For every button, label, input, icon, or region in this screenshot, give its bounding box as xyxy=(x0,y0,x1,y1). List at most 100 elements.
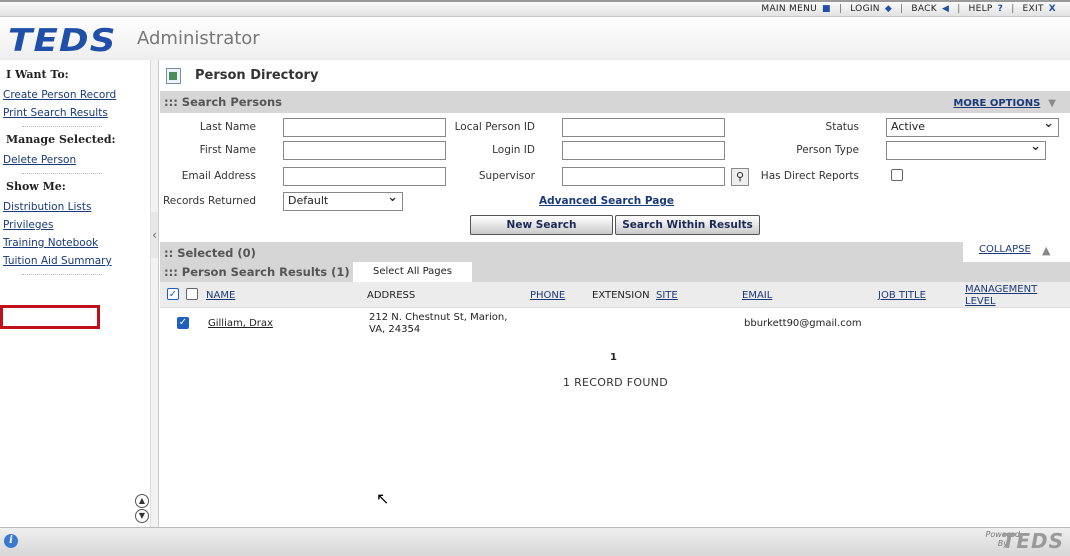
teds-logo: TEDS xyxy=(8,23,117,59)
results-band: ::: Person Search Results (1) xyxy=(160,262,1070,282)
privileges-link[interactable]: Privileges xyxy=(3,216,150,234)
left-sidebar: I Want To: Create Person Record Print Se… xyxy=(0,60,151,527)
training-notebook-link[interactable]: Training Notebook xyxy=(3,234,150,252)
mouse-cursor-icon: ↖ xyxy=(376,489,390,508)
first-name-input[interactable] xyxy=(283,141,446,160)
distribution-lists-link[interactable]: Distribution Lists xyxy=(3,198,150,216)
status-label: Status xyxy=(825,121,859,133)
collapse-sidebar-icon[interactable]: ‹ xyxy=(151,212,158,258)
nav-separator: | xyxy=(1011,4,1015,14)
person-type-label: Person Type xyxy=(796,144,859,156)
app-header: TEDS Administrator xyxy=(0,17,1070,60)
page-title: Person Directory xyxy=(195,68,319,83)
footer-teds-logo: TEDS xyxy=(1001,529,1064,553)
nav-separator: | xyxy=(838,4,843,14)
search-persons-title: ::: Search Persons xyxy=(164,95,282,109)
divider xyxy=(22,273,102,275)
supervisor-input[interactable] xyxy=(562,167,725,186)
app-subtitle: Administrator xyxy=(137,28,260,49)
address-cell: 212 N. Chestnut St, Marion, VA, 24354 xyxy=(369,312,508,335)
info-icon[interactable]: i xyxy=(4,534,18,548)
phone-column-header[interactable]: PHONE xyxy=(530,290,565,301)
i-want-to-heading: I Want To: xyxy=(6,68,69,81)
first-name-label: First Name xyxy=(199,144,256,156)
show-me-heading: Show Me: xyxy=(6,180,66,193)
login-id-input[interactable] xyxy=(562,141,725,160)
help-link[interactable]: HELP? xyxy=(963,4,1010,14)
supervisor-label: Supervisor xyxy=(478,170,535,182)
highlight-box xyxy=(0,305,100,329)
email-column-header[interactable]: EMAIL xyxy=(742,290,772,301)
last-name-input[interactable] xyxy=(283,118,446,137)
close-icon: X xyxy=(1048,4,1056,14)
search-form: Last Name Local Person ID Status Active … xyxy=(160,113,1070,239)
search-within-results-button[interactable]: Search Within Results xyxy=(615,215,760,235)
square-icon: ■ xyxy=(822,4,831,14)
selected-band: :: Selected (0) xyxy=(160,242,1070,264)
supervisor-search-icon[interactable]: ⚲ xyxy=(731,168,749,186)
tuition-aid-summary-link[interactable]: Tuition Aid Summary xyxy=(3,252,150,270)
more-options-link[interactable]: MORE OPTIONS xyxy=(953,98,1040,109)
up-arrow-icon[interactable]: ▲ xyxy=(1042,244,1050,257)
advanced-search-link[interactable]: Advanced Search Page xyxy=(539,195,674,207)
sidebar-splitter[interactable] xyxy=(151,60,159,527)
name-column-header[interactable]: NAME xyxy=(206,290,235,301)
email-cell: bburkett90@gmail.com xyxy=(744,318,862,329)
job-title-column-header[interactable]: JOB TITLE xyxy=(878,290,926,301)
directory-icon xyxy=(166,67,181,84)
collapse-control: COLLAPSE ▲ xyxy=(963,240,1070,264)
address-column-header: ADDRESS xyxy=(367,290,416,301)
extension-column-header: EXTENSION xyxy=(592,290,650,301)
main-content: Person Directory ::: Search Persons MORE… xyxy=(160,60,1070,527)
person-name-link[interactable]: Gilliam, Drax xyxy=(208,318,273,329)
nav-separator: | xyxy=(900,4,904,14)
select-all-pages-tab[interactable]: Select All Pages xyxy=(353,262,472,282)
footer-bar: i Powered By TEDS xyxy=(0,527,1070,556)
records-returned-select[interactable]: Default xyxy=(283,190,403,211)
manage-selected-heading: Manage Selected: xyxy=(6,133,116,146)
diamond-icon: ◆ xyxy=(884,4,893,14)
has-direct-reports-checkbox[interactable] xyxy=(891,169,903,181)
down-arrow-icon: ▼ xyxy=(1048,97,1056,109)
last-name-label: Last Name xyxy=(199,121,256,133)
local-person-id-input[interactable] xyxy=(562,118,725,137)
login-id-label: Login ID xyxy=(492,144,535,156)
scroll-up-icon[interactable]: ▲ xyxy=(135,494,149,508)
person-type-select[interactable] xyxy=(886,139,1046,160)
scroll-down-icon[interactable]: ▼ xyxy=(135,509,149,523)
divider xyxy=(22,172,102,174)
select-page-checkbox[interactable] xyxy=(186,288,198,300)
email-address-input[interactable] xyxy=(283,167,446,186)
selected-title: :: Selected (0) xyxy=(164,246,256,260)
collapse-link[interactable]: COLLAPSE xyxy=(979,244,1031,255)
top-navigation-bar: MAIN MENU ■ | LOGIN ◆ | BACK ◀ | HELP? | EX… xyxy=(0,0,1070,17)
main-menu-link[interactable]: MAIN MENU ■ xyxy=(755,4,836,14)
site-column-header[interactable]: SITE xyxy=(656,290,678,301)
page-number[interactable]: 1 xyxy=(610,352,617,363)
new-search-button[interactable]: New Search xyxy=(470,215,613,235)
nav-separator: | xyxy=(957,4,961,14)
print-search-results-link[interactable]: Print Search Results xyxy=(3,104,150,122)
email-address-label: Email Address xyxy=(181,170,256,182)
local-person-id-label: Local Person ID xyxy=(454,121,535,133)
management-level-column-header[interactable]: MANAGEMENT LEVEL xyxy=(965,284,1045,308)
delete-person-link[interactable]: Delete Person xyxy=(3,151,150,169)
records-returned-label: Records Returned xyxy=(162,195,256,207)
page-title-row: Person Directory xyxy=(160,60,1070,91)
back-arrow-icon: ◀ xyxy=(941,4,950,14)
divider xyxy=(22,125,102,127)
status-select[interactable]: Active xyxy=(886,116,1059,137)
back-link[interactable]: BACK ◀ xyxy=(905,4,955,14)
select-all-checkbox[interactable]: ✓ xyxy=(167,288,179,300)
row-checkbox[interactable]: ✓ xyxy=(177,317,189,329)
records-found-text: 1 RECORD FOUND xyxy=(563,376,668,389)
create-person-record-link[interactable]: Create Person Record xyxy=(3,86,150,104)
search-persons-band: ::: Search Persons MORE OPTIONS ▼ xyxy=(160,91,1070,113)
has-direct-reports-label: Has Direct Reports xyxy=(760,170,859,182)
exit-link[interactable]: EXIT X xyxy=(1017,4,1062,14)
table-row: ✓ Gilliam, Drax 212 N. Chestnut St, Mari… xyxy=(160,308,1070,342)
results-title: ::: Person Search Results (1) xyxy=(164,265,350,279)
question-icon: ? xyxy=(997,4,1004,14)
login-link[interactable]: LOGIN ◆ xyxy=(844,4,898,14)
results-table-header: ✓ NAME ADDRESS PHONE EXTENSION SITE EMAI… xyxy=(160,282,1070,308)
